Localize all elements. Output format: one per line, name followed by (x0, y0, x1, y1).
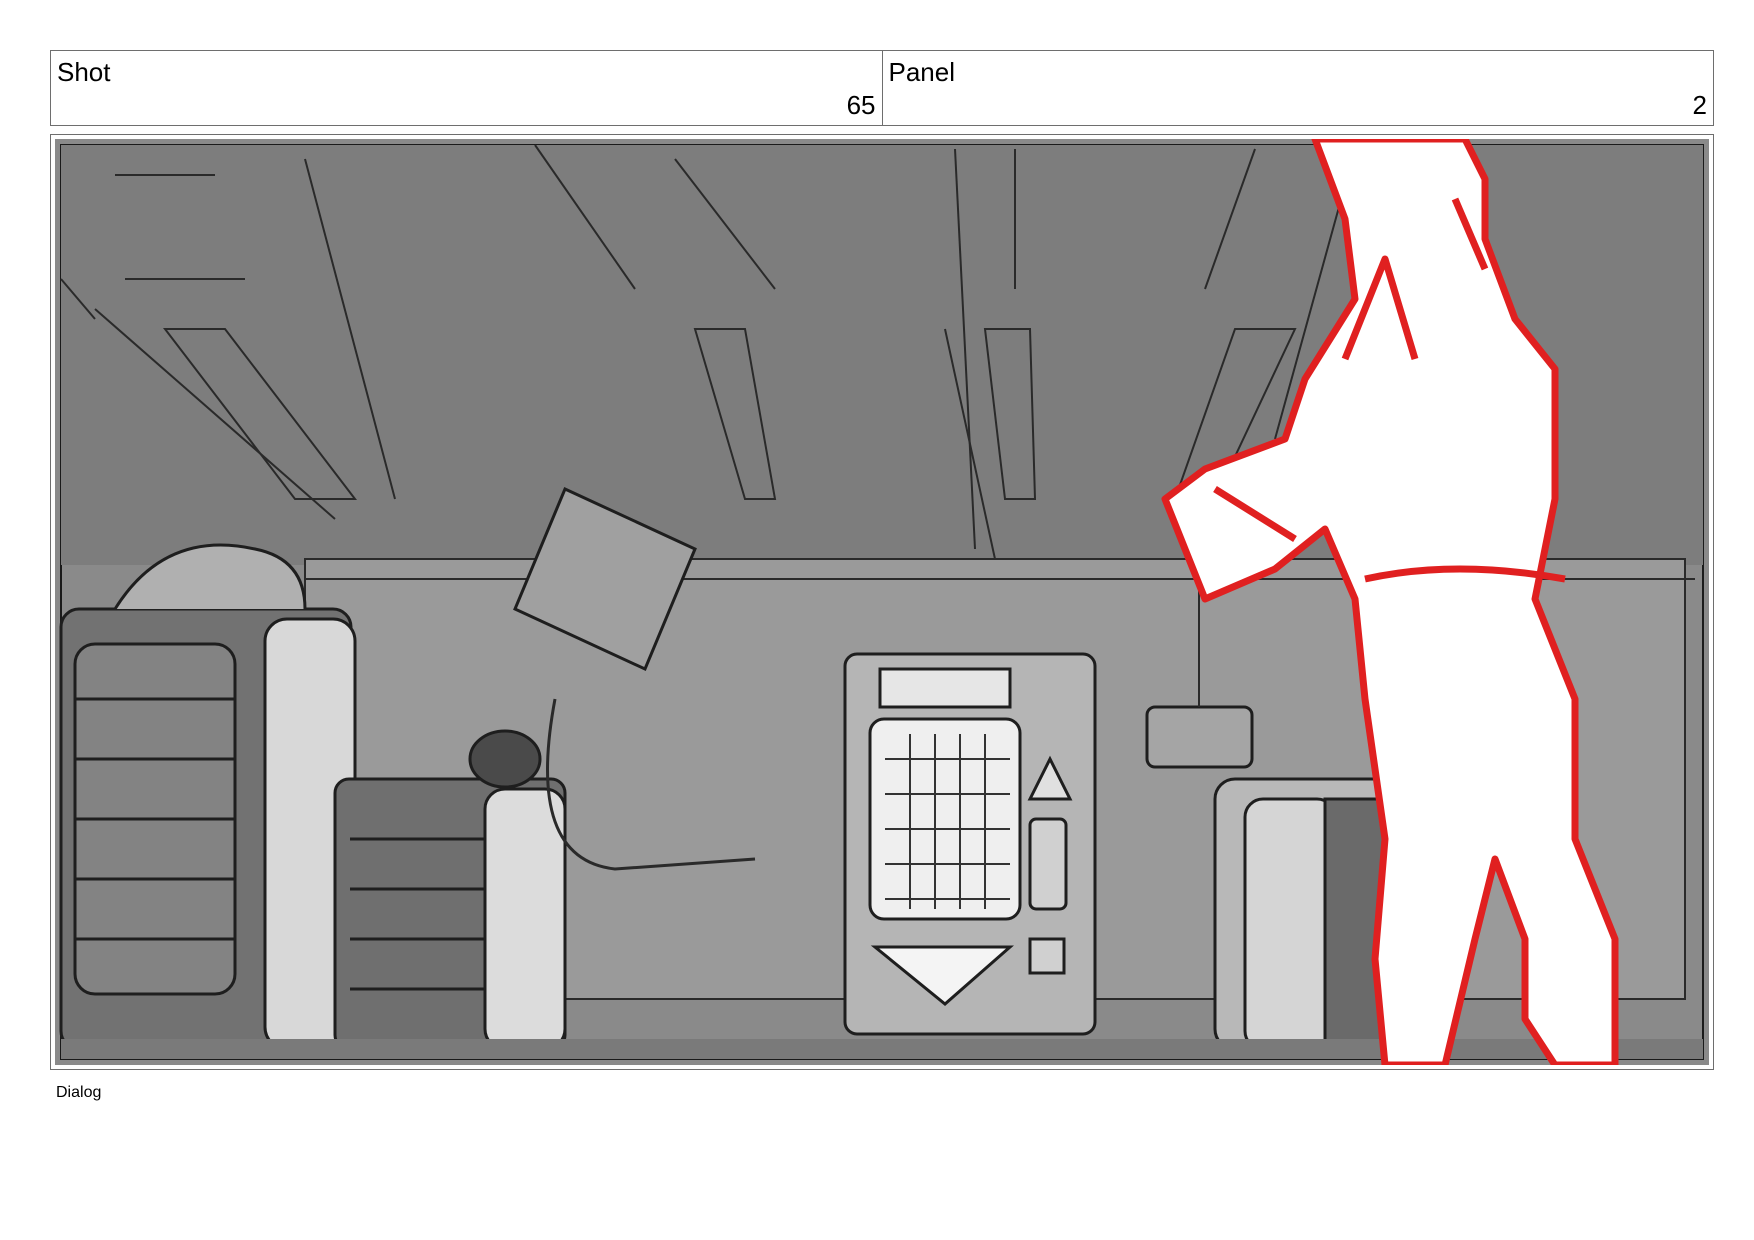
left-machine (59, 543, 357, 1051)
shot-label: Shot (57, 57, 111, 87)
panel-number: 2 (1692, 90, 1707, 120)
left-small-machine (333, 729, 567, 1051)
panel-cell: Panel 2 (881, 51, 1714, 125)
vending-machine (843, 652, 1097, 1054)
storyboard-sketch (55, 139, 1709, 1065)
storyboard-frame (50, 134, 1714, 1070)
shot-panel-header: Shot 65 Panel 2 (50, 50, 1714, 126)
shot-cell: Shot 65 (51, 51, 882, 125)
wall-sign (1145, 705, 1254, 769)
dialog-label: Dialog (56, 1084, 102, 1101)
shot-number: 65 (846, 90, 876, 120)
panel-label: Panel (888, 57, 956, 87)
